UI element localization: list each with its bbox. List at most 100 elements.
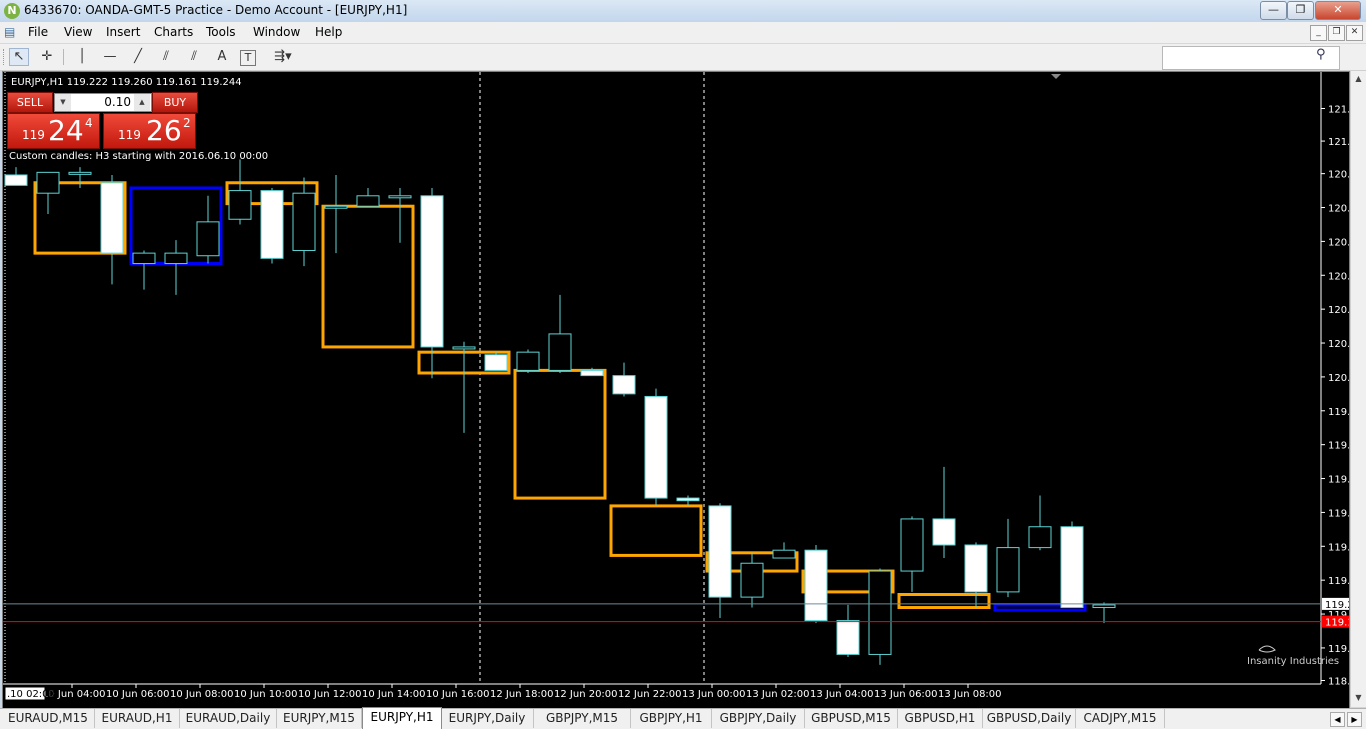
menu-file[interactable]: File: [28, 25, 48, 39]
candle-body[interactable]: [1028, 526, 1052, 549]
scroll-down-arrow-icon[interactable]: ▼: [1352, 691, 1365, 704]
candle-body[interactable]: [164, 252, 188, 265]
candle-body[interactable]: [420, 195, 444, 348]
chart-tab[interactable]: GBPUSD,H1: [898, 709, 983, 728]
chart-tab[interactable]: GBPUSD,M15: [805, 709, 898, 728]
time-tick-label: 10 Jun 06:00: [106, 689, 170, 700]
trendline-tool-button[interactable]: ╱: [128, 48, 148, 66]
menu-tools[interactable]: Tools: [206, 25, 236, 39]
horizontal-line-tool-button[interactable]: —: [100, 48, 120, 66]
chart-tab[interactable]: EURAUD,H1: [95, 709, 180, 728]
chart-window-icon[interactable]: ▤: [4, 25, 15, 39]
toolbar-grip[interactable]: [3, 49, 7, 65]
buy-button[interactable]: BUY: [152, 92, 198, 113]
tabs-scroll-left-arrow-icon[interactable]: ◀: [1330, 712, 1345, 727]
chart-tab[interactable]: GBPUSD,Daily: [983, 709, 1076, 728]
vertical-scrollbar[interactable]: ▲ ▼: [1350, 71, 1366, 707]
fibonacci-tool-button[interactable]: ⫽: [156, 48, 176, 66]
candle-body[interactable]: [356, 195, 380, 207]
lot-decrease-arrow-icon[interactable]: ▼: [55, 94, 71, 111]
candle-body[interactable]: [388, 195, 412, 199]
bid-price-button[interactable]: 119 24 4: [7, 113, 100, 149]
price-tick-label: 120.765: [1328, 204, 1349, 215]
close-button[interactable]: ✕: [1315, 1, 1361, 20]
mdi-minimize-button[interactable]: _: [1310, 25, 1327, 41]
shapes-dropdown-button[interactable]: ⇶▾: [268, 48, 298, 66]
search-icon[interactable]: ⚲: [1316, 47, 1326, 62]
chart-shift-marker-icon[interactable]: [1051, 74, 1061, 79]
candle-body[interactable]: [612, 375, 636, 395]
candle-body[interactable]: [228, 190, 252, 220]
maximize-button[interactable]: ❐: [1287, 1, 1314, 20]
chart-tab[interactable]: EURJPY,H1: [362, 707, 442, 729]
chart-tab[interactable]: CADJPY,M15: [1076, 709, 1165, 728]
candle-body[interactable]: [1060, 526, 1084, 609]
candle-body[interactable]: [708, 505, 732, 598]
candle-body[interactable]: [580, 369, 604, 377]
insanity-industries-logo-icon: [1258, 645, 1276, 653]
candle-body[interactable]: [836, 620, 860, 655]
candle-body[interactable]: [484, 354, 508, 371]
time-tick-label: 10 Jun 08:00: [170, 689, 234, 700]
candle-body[interactable]: [772, 549, 796, 559]
menu-insert[interactable]: Insert: [106, 25, 140, 39]
chart-tab[interactable]: GBPJPY,Daily: [712, 709, 805, 728]
menu-help[interactable]: Help: [315, 25, 342, 39]
minimize-button[interactable]: —: [1260, 1, 1287, 20]
candle-body[interactable]: [804, 549, 828, 622]
candle-body[interactable]: [292, 192, 316, 252]
menu-charts[interactable]: Charts: [154, 25, 193, 39]
price-tick-label: 119.075: [1328, 644, 1349, 655]
candle-body[interactable]: [516, 351, 540, 371]
text-label-tool-button[interactable]: T: [240, 50, 256, 66]
candle-body[interactable]: [68, 171, 92, 175]
candle-body[interactable]: [740, 562, 764, 598]
ask-price-button[interactable]: 119 26 2: [103, 113, 196, 149]
candle-body[interactable]: [4, 174, 28, 186]
tabs-scroll-right-arrow-icon[interactable]: ▶: [1347, 712, 1362, 727]
chart-tab[interactable]: EURJPY,M15: [277, 709, 362, 728]
candle-body[interactable]: [932, 518, 956, 546]
candle-body[interactable]: [260, 190, 284, 259]
cursor-tool-button[interactable]: ↖: [9, 48, 29, 66]
price-tick-label: 120.635: [1328, 237, 1349, 248]
candlestick-chart[interactable]: 121.145 121.020 120.895 120.765 120.635 120.5…: [3, 72, 1349, 708]
chart-tab[interactable]: EURAUD,Daily: [180, 709, 277, 728]
lot-size-stepper[interactable]: ▼ 0.10 ▲: [54, 93, 152, 112]
candle-body[interactable]: [452, 346, 476, 350]
candle-body[interactable]: [644, 395, 668, 499]
candle-body[interactable]: [900, 518, 924, 572]
mdi-restore-button[interactable]: ❐: [1328, 25, 1345, 41]
scroll-up-arrow-icon[interactable]: ▲: [1352, 72, 1365, 85]
vertical-line-tool-button[interactable]: │: [72, 48, 92, 66]
fibonacci-fan-tool-button[interactable]: ⫽: [184, 48, 204, 66]
candle-body[interactable]: [964, 544, 988, 593]
candle-body[interactable]: [868, 570, 892, 655]
chart-tab[interactable]: EURAUD,M15: [2, 709, 95, 728]
candle-body[interactable]: [548, 333, 572, 371]
chart-window[interactable]: 121.145 121.020 120.895 120.765 120.635 120.5…: [2, 71, 1350, 709]
menu-window[interactable]: Window: [253, 25, 300, 39]
candle-body[interactable]: [1092, 604, 1116, 609]
candle-body[interactable]: [996, 547, 1020, 593]
candle-body[interactable]: [132, 252, 156, 265]
text-tool-button[interactable]: A: [212, 48, 232, 66]
search-input[interactable]: [1162, 46, 1340, 70]
lot-increase-arrow-icon[interactable]: ▲: [134, 94, 150, 111]
candle-body[interactable]: [196, 221, 220, 257]
chart-tab[interactable]: EURJPY,Daily: [441, 709, 534, 728]
lot-size-value[interactable]: 0.10: [75, 95, 131, 109]
candle-body[interactable]: [676, 497, 700, 502]
price-tick-label: 120.375: [1328, 305, 1349, 316]
candle-body[interactable]: [36, 171, 60, 194]
time-tick-label: 13 Jun 08:00: [938, 689, 1002, 700]
chart-tab[interactable]: GBPJPY,H1: [631, 709, 712, 728]
h3-candle-box: [609, 504, 703, 557]
menu-view[interactable]: View: [64, 25, 92, 39]
sell-button[interactable]: SELL: [7, 92, 53, 113]
mdi-close-button[interactable]: ✕: [1346, 25, 1363, 41]
candle-body[interactable]: [324, 205, 348, 209]
crosshair-tool-button[interactable]: ✛: [37, 48, 57, 66]
candle-body[interactable]: [100, 182, 124, 254]
chart-tab[interactable]: GBPJPY,M15: [534, 709, 631, 728]
